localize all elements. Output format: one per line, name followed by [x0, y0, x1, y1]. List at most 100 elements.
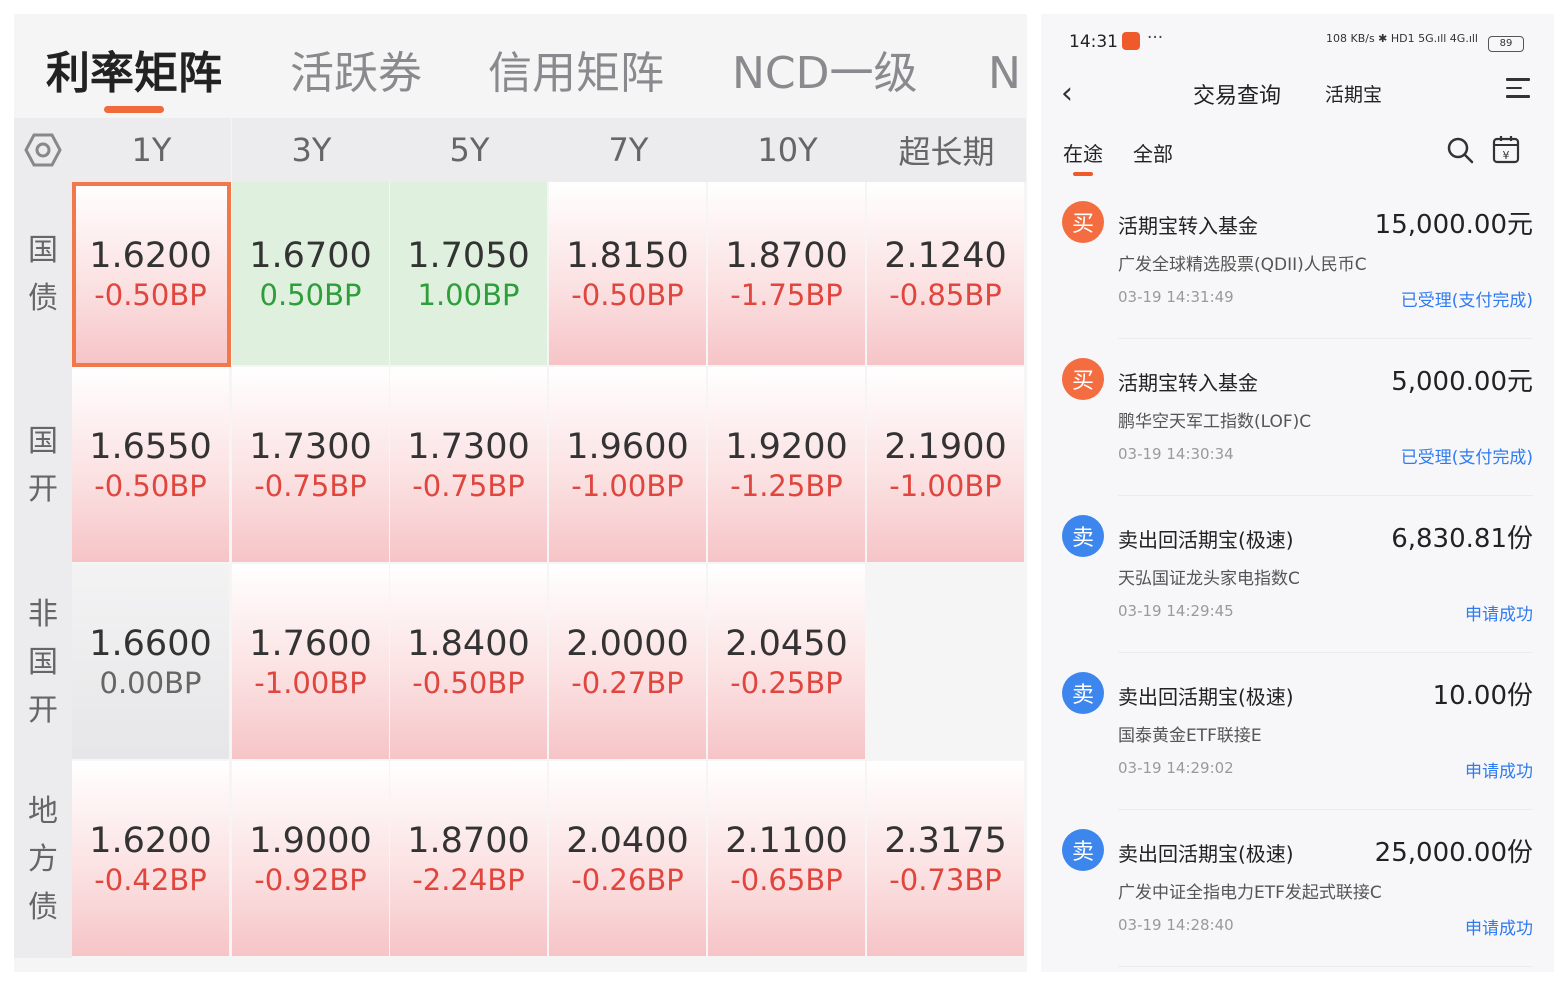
matrix-cell[interactable]: 1.6200 -0.50BP	[72, 182, 231, 367]
column-header-0[interactable]: 1Y	[72, 118, 231, 182]
tab-ncd-primary[interactable]: NCD一级	[732, 46, 918, 102]
matrix-cell[interactable]: 1.9600 -1.00BP	[549, 367, 708, 564]
back-button[interactable]: ‹	[1061, 76, 1073, 112]
row-label-char: 方	[28, 841, 58, 877]
yield-change: -0.92BP	[254, 862, 367, 897]
matrix-cell[interactable]: 1.9000 -0.92BP	[232, 761, 391, 958]
matrix-cell[interactable]: 2.3175 -0.73BP	[867, 761, 1026, 958]
matrix-cell[interactable]: 1.8700 -2.24BP	[390, 761, 549, 958]
calendar-icon[interactable]: ¥	[1492, 134, 1520, 164]
matrix-cell[interactable]: 1.6550 -0.50BP	[72, 367, 231, 564]
hexagon-settings-icon	[24, 133, 62, 167]
transaction-item[interactable]: 卖卖出回活期宝(极速) 6,830.81份 天弘国证龙头家电指数C 03-19 14:…	[1041, 496, 1554, 653]
matrix-cell[interactable]: 1.6700 0.50BP	[232, 182, 391, 367]
yield-rate: 2.0400	[566, 820, 689, 861]
matrix-cell[interactable]: 1.7600 -1.00BP	[232, 564, 391, 761]
column-header-5[interactable]: 超长期	[867, 118, 1026, 182]
matrix-cell[interactable]: 1.8150 -0.50BP	[549, 182, 708, 367]
matrix-cell[interactable]: 1.9200 -1.25BP	[708, 367, 867, 564]
yield-change: -0.50BP	[412, 665, 525, 700]
yield-rate: 1.8700	[725, 235, 848, 276]
yield-rate: 1.8150	[566, 235, 689, 276]
transaction-title: 活期宝转入基金	[1118, 214, 1258, 238]
transaction-time: 03-19 14:30:34	[1118, 445, 1234, 463]
menu-icon[interactable]	[1506, 78, 1530, 102]
row-label-char: 国	[28, 232, 58, 268]
column-header-3[interactable]: 7Y	[549, 118, 708, 182]
yield-change: -0.27BP	[571, 665, 684, 700]
active-tab-indicator	[104, 106, 164, 113]
yield-change: -1.25BP	[730, 468, 843, 503]
phone-screen: 14:31 ··· 108 KB/s ✱ HD1 5G.ıll 4G.ıll 8…	[1041, 14, 1554, 972]
transaction-title: 卖出回活期宝(极速)	[1118, 528, 1294, 552]
yield-change: 0.50BP	[259, 277, 362, 312]
row-label-char: 非	[28, 596, 58, 632]
row-label-2: 非国开	[14, 564, 72, 761]
status-bar: 14:31 ··· 108 KB/s ✱ HD1 5G.ıll 4G.ıll 8…	[1041, 14, 1554, 66]
tab-rate-matrix[interactable]: 利率矩阵	[46, 46, 222, 102]
matrix-cell[interactable]: 1.8700 -1.75BP	[708, 182, 867, 367]
transaction-status: 申请成功	[1465, 605, 1533, 625]
app-notification-icon	[1122, 32, 1140, 50]
tab-credit-matrix[interactable]: 信用矩阵	[488, 46, 664, 102]
transaction-amount: 15,000.00元	[1374, 210, 1533, 240]
matrix-cell[interactable]: 2.1100 -0.65BP	[708, 761, 867, 958]
yield-change: -0.65BP	[730, 862, 843, 897]
yield-rate: 1.9200	[725, 426, 848, 467]
row-label-3: 地方债	[14, 761, 72, 958]
svg-text:¥: ¥	[1503, 149, 1510, 162]
column-header-4[interactable]: 10Y	[708, 118, 867, 182]
yield-change: -0.50BP	[94, 468, 207, 503]
yield-change: -1.00BP	[254, 665, 367, 700]
filter-tab-in-transit[interactable]: 在途	[1063, 138, 1103, 167]
yield-rate: 2.3175	[884, 820, 1007, 861]
row-label-char: 国	[28, 644, 58, 680]
transaction-amount: 5,000.00元	[1391, 367, 1533, 397]
transaction-item[interactable]: 买活期宝转入基金 15,000.00元 广发全球精选股票(QDII)人民币C 03-1…	[1041, 182, 1554, 339]
matrix-cell[interactable]: 2.1240 -0.85BP	[867, 182, 1026, 367]
yield-rate: 2.0450	[725, 623, 848, 664]
transaction-status: 申请成功	[1465, 762, 1533, 782]
buy-badge-icon: 买	[1062, 358, 1104, 400]
matrix-cell[interactable]: 2.1900 -1.00BP	[867, 367, 1026, 564]
filter-tab-all[interactable]: 全部	[1133, 138, 1173, 167]
yield-rate: 1.6600	[89, 623, 212, 664]
search-icon[interactable]	[1446, 136, 1474, 164]
tab-active-bonds[interactable]: 活跃券	[290, 46, 422, 102]
row-label-char: 债	[28, 280, 58, 316]
divider	[1118, 966, 1533, 967]
transaction-item[interactable]: 卖卖出回活期宝(极速) 10.00份 国泰黄金ETF联接E 03-19 14:29:0…	[1041, 653, 1554, 810]
matrix-cell[interactable]: 1.7050 1.00BP	[390, 182, 549, 367]
yield-rate: 1.8400	[407, 623, 530, 664]
transaction-time: 03-19 14:28:40	[1118, 916, 1234, 934]
matrix-cell[interactable]: 1.7300 -0.75BP	[390, 367, 549, 564]
matrix-settings-button[interactable]	[14, 118, 72, 182]
matrix-cell[interactable]: 1.7300 -0.75BP	[232, 367, 391, 564]
yield-change: -0.25BP	[730, 665, 843, 700]
matrix-cell[interactable]: 1.6600 0.00BP	[72, 564, 231, 761]
transaction-item[interactable]: 卖卖出回活期宝(极速) 25,000.00份 广发中证全指电力ETF发起式联接C 03…	[1041, 810, 1554, 967]
yield-rate: 1.7600	[249, 623, 372, 664]
nav-bar: ‹ 交易查询 活期宝	[1041, 66, 1554, 122]
fund-name: 国泰黄金ETF联接E	[1118, 726, 1262, 746]
yield-rate: 1.8700	[407, 820, 530, 861]
row-label-char: 国	[28, 423, 58, 459]
yield-change: -2.24BP	[412, 862, 525, 897]
column-header-1[interactable]: 3Y	[232, 118, 391, 182]
tab-overflow[interactable]: N	[988, 46, 1021, 102]
yield-change: -0.73BP	[889, 862, 1002, 897]
column-header-2[interactable]: 5Y	[390, 118, 549, 182]
transaction-status: 申请成功	[1465, 919, 1533, 939]
yield-rate: 2.1240	[884, 235, 1007, 276]
matrix-cell[interactable]: 2.0450 -0.25BP	[708, 564, 867, 761]
yield-rate: 1.6200	[89, 235, 212, 276]
transaction-item[interactable]: 买活期宝转入基金 5,000.00元 鹏华空天军工指数(LOF)C 03-19 14:…	[1041, 339, 1554, 496]
row-label-char: 地	[28, 793, 58, 829]
matrix-cell[interactable]: 1.8400 -0.50BP	[390, 564, 549, 761]
yield-rate: 1.7050	[407, 235, 530, 276]
matrix-cell[interactable]: 2.0000 -0.27BP	[549, 564, 708, 761]
yield-rate: 1.6200	[89, 820, 212, 861]
matrix-cell[interactable]: 1.6200 -0.42BP	[72, 761, 231, 958]
matrix-cell[interactable]: 2.0400 -0.26BP	[549, 761, 708, 958]
row-label-char: 开	[28, 471, 58, 507]
